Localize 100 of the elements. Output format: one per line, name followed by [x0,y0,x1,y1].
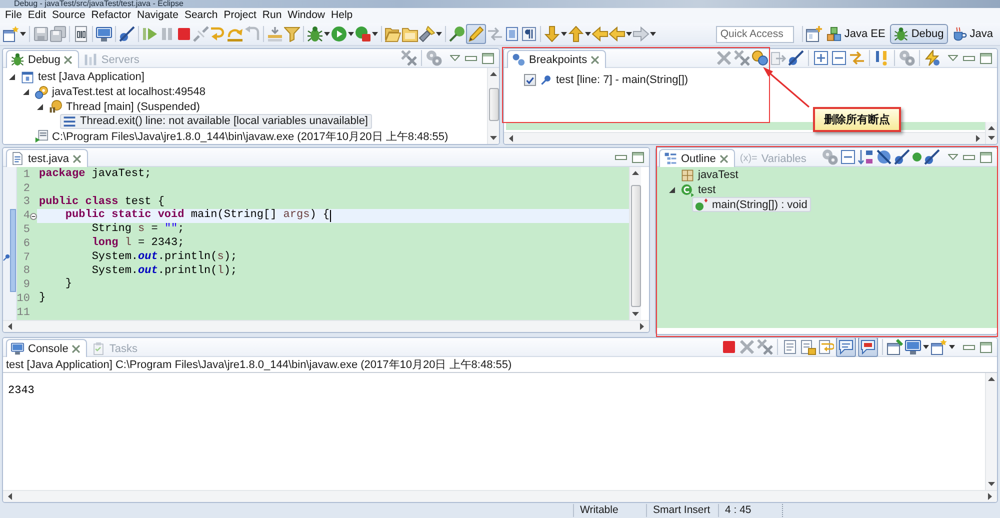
menu-item[interactable]: Help [328,8,356,23]
horizontal-scrollbar[interactable] [3,490,997,502]
close-icon[interactable] [72,154,81,162]
scroll-left-icon[interactable] [509,135,513,142]
scroll-right-icon[interactable] [976,135,980,142]
horizontal-scrollbar[interactable] [3,320,649,332]
scroll-down-icon[interactable] [632,312,639,316]
caret-icon[interactable] [20,32,26,36]
flashlight-icon[interactable] [419,26,435,42]
scroll-down-icon[interactable] [988,482,995,486]
menu-icon[interactable] [948,55,958,61]
document-lines-icon[interactable] [782,339,798,355]
caret-icon[interactable] [561,32,567,36]
view-tab[interactable]: Outline [659,149,735,167]
document-arrow-icon[interactable] [818,339,834,355]
caret-icon[interactable] [348,32,354,36]
vertical-scrollbar[interactable] [487,68,499,144]
toggle-button[interactable] [836,338,856,357]
fold-icon[interactable] [30,212,37,220]
menu-item[interactable]: Project [220,8,260,23]
lightning-icon[interactable] [924,50,940,66]
framed-square-icon[interactable] [504,26,520,42]
checkbox[interactable] [524,74,536,86]
stop-icon[interactable] [176,26,192,42]
scroll-left-icon[interactable] [8,493,12,500]
minimize-icon[interactable] [615,154,627,160]
pin-window-icon[interactable] [887,339,903,355]
close-icon[interactable] [720,154,728,162]
minimize-icon[interactable] [465,56,477,60]
double-cross-icon[interactable] [734,50,750,66]
circle-box-icon[interactable] [355,26,371,42]
tree-item[interactable]: main(String[]) : void [692,197,812,212]
monitor-icon[interactable] [905,339,921,355]
rings-icon[interactable] [899,50,915,66]
vertical-scrollbar[interactable] [629,167,641,320]
play-icon[interactable] [142,26,158,42]
tree-item[interactable]: test [678,182,720,198]
scroll-right-icon[interactable] [988,493,992,500]
minus-box-icon[interactable] [840,149,856,165]
swap-arrows-icon[interactable] [849,50,865,66]
slashed-dot-icon[interactable] [119,26,135,42]
view-tab[interactable]: Breakpoints [507,50,606,68]
window-plus-icon[interactable] [806,26,822,42]
perspective-button[interactable]: Java EE [823,24,890,44]
minimize-icon[interactable] [963,56,975,60]
maximize-icon[interactable] [482,52,494,64]
scroll-up-icon[interactable] [490,72,497,76]
menu-item[interactable]: Run [259,8,285,23]
close-icon[interactable] [64,56,72,64]
folder-icon[interactable] [402,26,418,42]
funnel-icon[interactable] [284,26,300,42]
scrollbar-thumb[interactable] [630,185,640,307]
vertical-scrollbar[interactable] [985,122,997,144]
menu-item[interactable]: Refactor [88,8,134,23]
view-tab[interactable]: Debug [6,50,80,68]
menu-item[interactable]: Source [49,8,88,23]
menu-icon[interactable] [450,55,460,61]
document-lock-icon[interactable] [800,339,816,355]
floppy-disks-icon[interactable] [50,26,66,42]
monitor-icon[interactable] [96,26,112,42]
paragraph-icon[interactable] [521,26,537,42]
tree-item[interactable]: test [Java Application] [18,70,148,85]
bug-icon[interactable] [307,26,323,42]
rings-icon[interactable] [426,50,442,66]
caret-icon[interactable] [324,32,330,36]
view-tab[interactable]: Console [6,339,88,357]
toggle-button[interactable] [466,24,486,44]
broken-link-icon[interactable] [193,26,209,42]
tree-item[interactable]: Thread.exit() line: not available [local variables unavailable] [60,114,372,129]
caret-icon[interactable] [626,32,632,36]
dot-icon[interactable] [912,152,922,162]
pin-dot-icon[interactable] [3,254,10,262]
double-cross-icon[interactable] [757,339,773,355]
horizontal-scrollbar[interactable] [504,132,985,144]
maximize-icon[interactable] [632,152,644,162]
close-icon[interactable] [72,344,80,352]
vertical-scrollbar[interactable] [985,373,997,490]
slashed-dot-icon[interactable] [894,149,910,165]
tree-item[interactable]: javaTest.test at localhost:49548 [32,84,210,100]
caret-icon[interactable] [949,345,955,349]
pin-icon[interactable] [449,26,465,42]
caret-icon[interactable] [650,32,656,36]
minimize-icon[interactable] [963,154,975,160]
open-folder-icon[interactable] [385,26,401,42]
slashed-dot-icon[interactable] [924,149,940,165]
double-cross-icon[interactable] [401,50,417,66]
menu-item[interactable]: Navigate [134,8,182,23]
quick-access-field[interactable]: Quick Access [716,26,794,42]
menu-item[interactable]: Search [181,8,221,23]
sort-icon[interactable] [858,149,874,165]
expanded-arrow-icon[interactable] [669,187,675,194]
arc-arrow-icon[interactable] [227,26,243,42]
caret-icon[interactable] [923,345,929,349]
caret-icon[interactable] [585,32,591,36]
stop-icon[interactable] [721,339,737,355]
scroll-up-icon[interactable] [632,171,639,175]
tree-item[interactable]: javaTest [678,168,742,183]
window-star-icon[interactable] [931,339,947,355]
menu-item[interactable]: Window [284,8,328,23]
slashed-dot-icon[interactable] [788,50,804,66]
